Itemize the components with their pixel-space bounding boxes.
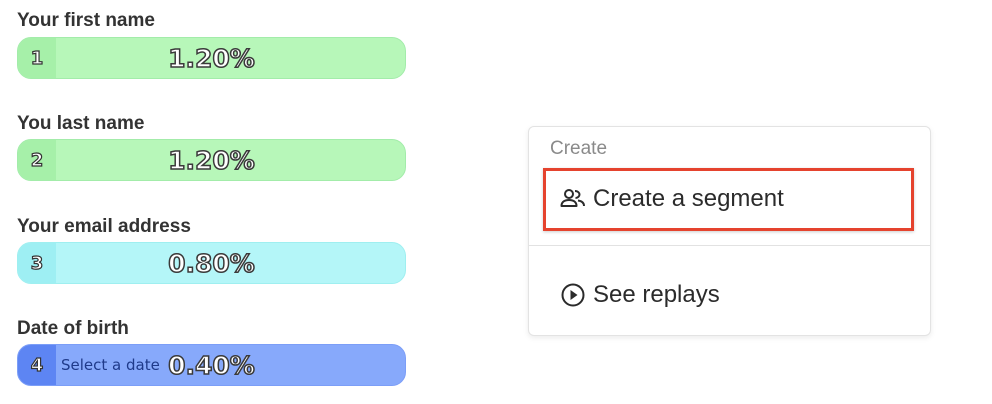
field-label-last-name: You last name (17, 113, 145, 134)
form-analytics-view: Your first name 1 1.20% You last name 2 … (0, 0, 992, 404)
menu-header: Create (550, 138, 608, 159)
field-email[interactable]: 3 0.80% (17, 242, 406, 284)
menu-divider (529, 245, 930, 246)
field-label-first-name: Your first name (17, 10, 155, 31)
field-percent: 1.20% (167, 145, 255, 176)
field-label-date-of-birth: Date of birth (17, 318, 129, 339)
field-last-name[interactable]: 2 1.20% (17, 139, 406, 181)
field-first-name[interactable]: 1 1.20% (17, 37, 406, 79)
field-percent: 1.20% (167, 43, 255, 74)
menu-item-see-replays[interactable]: See replays (543, 265, 915, 325)
field-percent: 0.40% (167, 350, 255, 381)
field-date-of-birth[interactable]: 4 Select a date 0.40% (17, 344, 406, 386)
field-percent: 0.80% (167, 248, 255, 279)
field-label-email: Your email address (17, 216, 191, 237)
highlight-box (543, 168, 914, 231)
play-circle-icon (559, 281, 587, 309)
create-menu: Create Create a segment See replays (528, 126, 931, 336)
menu-item-label: See replays (593, 281, 720, 308)
